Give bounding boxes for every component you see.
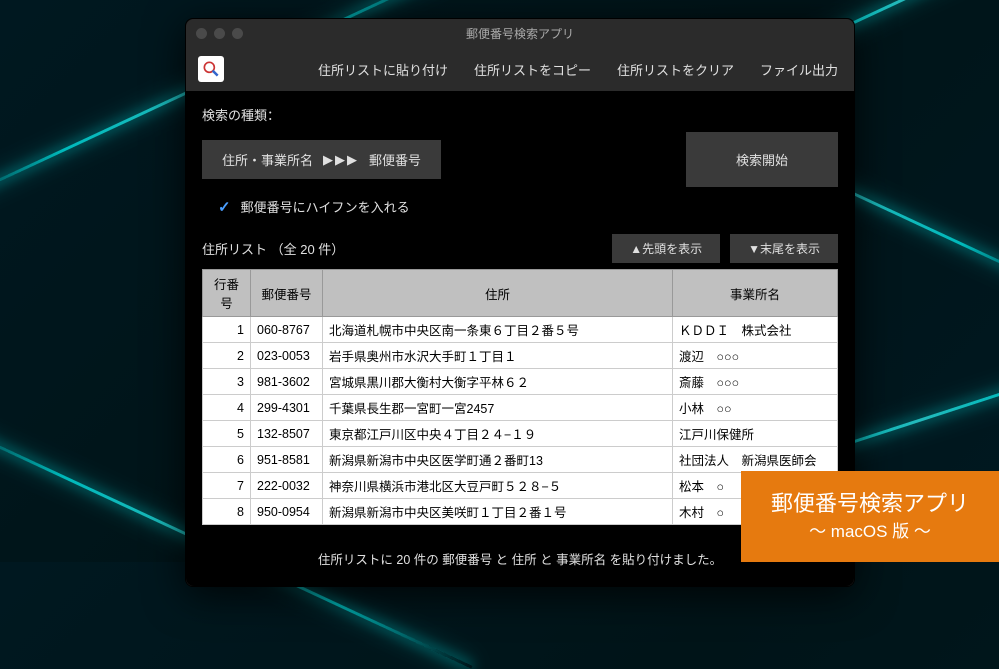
cell-row-number: 4 [203, 395, 251, 421]
table-row[interactable]: 4299-4301千葉県長生郡一宮町一宮2457小林 ○○ [203, 395, 838, 421]
app-logo-icon [198, 56, 224, 82]
col-row-number[interactable]: 行番号 [203, 270, 251, 317]
cell-address: 東京都江戸川区中央４丁目２４−１９ [323, 421, 673, 447]
search-start-button[interactable]: 検索開始 [686, 132, 838, 187]
promo-badge: 郵便番号検索アプリ 〜 macOS 版 〜 [741, 471, 999, 562]
cell-row-number: 6 [203, 447, 251, 473]
cell-postal-code: 222-0032 [251, 473, 323, 499]
cell-postal-code: 132-8507 [251, 421, 323, 447]
cell-row-number: 2 [203, 343, 251, 369]
search-type-button[interactable]: 住所・事業所名 ▶▶▶ 郵便番号 [202, 140, 441, 179]
cell-address: 宮城県黒川郡大衡村大衡字平林６２ [323, 369, 673, 395]
cell-row-number: 3 [203, 369, 251, 395]
col-business[interactable]: 事業所名 [673, 270, 838, 317]
cell-postal-code: 951-8581 [251, 447, 323, 473]
cell-address: 新潟県新潟市中央区美咲町１丁目２番１号 [323, 499, 673, 525]
cell-address: 神奈川県横浜市港北区大豆戸町５２８−５ [323, 473, 673, 499]
cell-business: 江戸川保健所 [673, 421, 838, 447]
promo-subtitle: 〜 macOS 版 〜 [771, 520, 969, 544]
window-title: 郵便番号検索アプリ [186, 25, 854, 42]
scroll-bottom-button[interactable]: ▼末尾を表示 [730, 234, 838, 263]
arrow-right-icon: ▶▶▶ [323, 152, 359, 168]
table-row[interactable]: 2023-0053岩手県奥州市水沢大手町１丁目１渡辺 ○○○ [203, 343, 838, 369]
col-address[interactable]: 住所 [323, 270, 673, 317]
cell-row-number: 8 [203, 499, 251, 525]
titlebar: 郵便番号検索アプリ [186, 19, 854, 47]
cell-address: 岩手県奥州市水沢大手町１丁目１ [323, 343, 673, 369]
cell-address: 新潟県新潟市中央区医学町通２番町13 [323, 447, 673, 473]
search-type-to: 郵便番号 [369, 150, 421, 169]
scroll-top-button[interactable]: ▲先頭を表示 [612, 234, 720, 263]
cell-business: 斎藤 ○○○ [673, 369, 838, 395]
cell-row-number: 7 [203, 473, 251, 499]
hyphen-checkbox-label: 郵便番号にハイフンを入れる [241, 197, 410, 216]
export-button[interactable]: ファイル出力 [756, 56, 842, 83]
table-row[interactable]: 6951-8581新潟県新潟市中央区医学町通２番町13社団法人 新潟県医師会 [203, 447, 838, 473]
table-row[interactable]: 3981-3602宮城県黒川郡大衡村大衡字平林６２斎藤 ○○○ [203, 369, 838, 395]
cell-address: 千葉県長生郡一宮町一宮2457 [323, 395, 673, 421]
col-postal-code[interactable]: 郵便番号 [251, 270, 323, 317]
cell-business: 社団法人 新潟県医師会 [673, 447, 838, 473]
cell-row-number: 5 [203, 421, 251, 447]
cell-business: 小林 ○○ [673, 395, 838, 421]
cell-business: 渡辺 ○○○ [673, 343, 838, 369]
cell-postal-code: 023-0053 [251, 343, 323, 369]
hyphen-checkbox[interactable]: ✓ 郵便番号にハイフンを入れる [218, 197, 838, 216]
promo-title: 郵便番号検索アプリ [771, 489, 969, 520]
cell-address: 北海道札幌市中央区南一条東６丁目２番５号 [323, 317, 673, 343]
cell-postal-code: 060-8767 [251, 317, 323, 343]
cell-postal-code: 950-0954 [251, 499, 323, 525]
clear-button[interactable]: 住所リストをクリア [613, 56, 738, 83]
checkmark-icon: ✓ [218, 198, 231, 216]
table-row[interactable]: 5132-8507東京都江戸川区中央４丁目２４−１９江戸川保健所 [203, 421, 838, 447]
cell-row-number: 1 [203, 317, 251, 343]
paste-button[interactable]: 住所リストに貼り付け [314, 56, 452, 83]
cell-postal-code: 299-4301 [251, 395, 323, 421]
cell-business: ＫＤＤＩ 株式会社 [673, 317, 838, 343]
table-row[interactable]: 1060-8767北海道札幌市中央区南一条東６丁目２番５号ＫＤＤＩ 株式会社 [203, 317, 838, 343]
copy-button[interactable]: 住所リストをコピー [470, 56, 595, 83]
list-count-label: 住所リスト （全 20 件） [202, 239, 344, 258]
search-type-label: 検索の種類： [202, 105, 838, 124]
toolbar: 住所リストに貼り付け 住所リストをコピー 住所リストをクリア ファイル出力 [186, 47, 854, 91]
cell-postal-code: 981-3602 [251, 369, 323, 395]
search-type-from: 住所・事業所名 [222, 150, 313, 169]
